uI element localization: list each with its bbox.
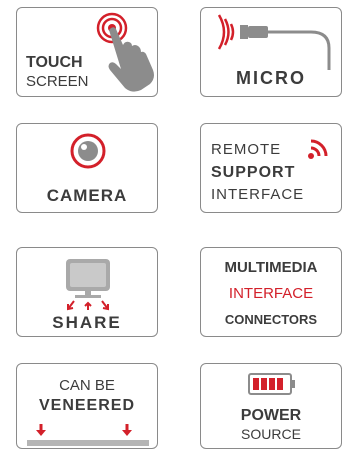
remote-support-tile[interactable]: REMOTE SUPPORT INTERFACE <box>200 123 342 213</box>
power-line2: SOURCE <box>241 426 301 442</box>
veneer-arrows-icon <box>27 424 149 446</box>
multimedia-connectors-tile[interactable]: MULTIMEDIA INTERFACE CONNECTORS <box>200 247 342 337</box>
camera-label: CAMERA <box>46 186 128 205</box>
micro-tile[interactable]: MICRO <box>200 7 342 97</box>
touch-screen-tile[interactable]: TOUCH SCREEN <box>16 7 158 97</box>
power-source-tile[interactable]: POWER SOURCE <box>200 363 342 449</box>
share-label: SHARE <box>52 313 122 332</box>
touch-line2: SCREEN <box>26 73 89 90</box>
multimedia-line2: INTERFACE <box>228 285 314 302</box>
micro-label: MICRO <box>236 68 306 88</box>
remote-line3: INTERFACE <box>211 186 305 203</box>
multimedia-line1: MULTIMEDIA <box>224 259 318 276</box>
can-be-veneered-tile[interactable]: CAN BE VENEERED <box>16 363 158 449</box>
power-line1: POWER <box>240 407 302 424</box>
multimedia-line3: CONNECTORS <box>224 312 318 327</box>
remote-line1: REMOTE <box>211 141 282 158</box>
touch-line1: TOUCH <box>26 54 83 71</box>
remote-line2: SUPPORT <box>211 164 296 181</box>
share-tile[interactable]: SHARE <box>16 247 158 337</box>
camera-tile[interactable]: CAMERA <box>16 123 158 213</box>
